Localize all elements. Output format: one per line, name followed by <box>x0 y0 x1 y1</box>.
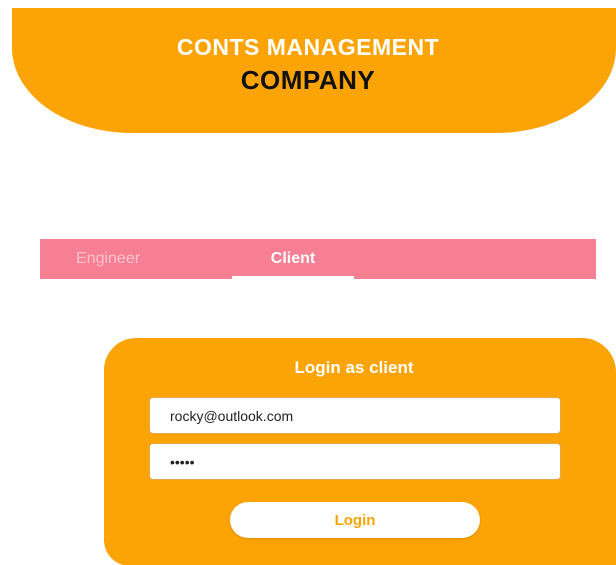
login-button[interactable]: Login <box>230 502 480 538</box>
role-tab-bar: Engineer Client <box>40 239 596 279</box>
login-card: Login as client Login <box>104 338 616 565</box>
app-title-line1: CONTS MANAGEMENT <box>176 34 440 60</box>
tab-selected-indicator <box>232 276 354 279</box>
login-screen: CONTS MANAGEMENT COMPANY Engineer Client… <box>0 0 616 565</box>
tab-engineer[interactable]: Engineer <box>76 239 140 279</box>
password-field[interactable] <box>149 443 561 480</box>
tab-client[interactable]: Client <box>232 239 354 279</box>
email-field[interactable] <box>149 397 561 434</box>
app-title-line2: COMPANY <box>240 65 376 95</box>
login-title: Login as client <box>294 358 414 377</box>
